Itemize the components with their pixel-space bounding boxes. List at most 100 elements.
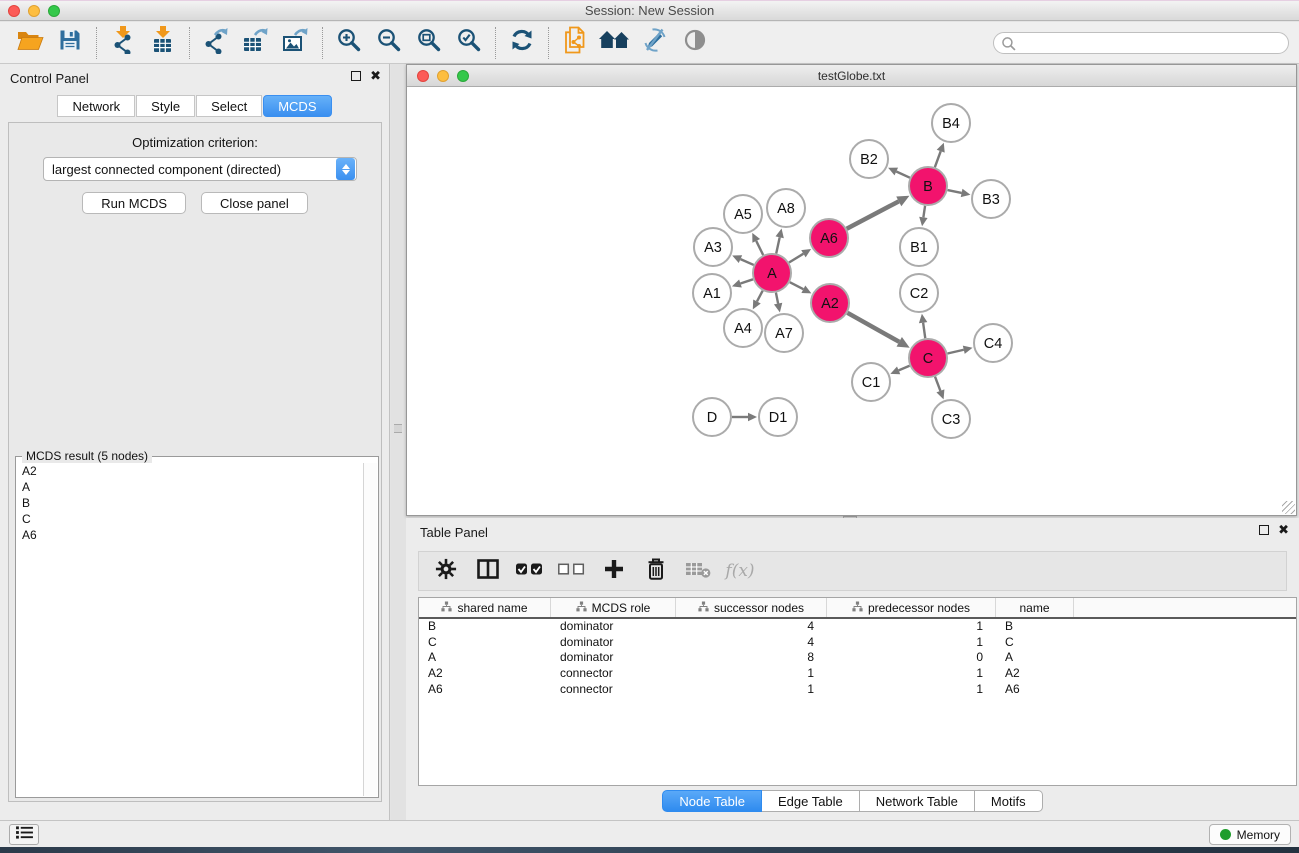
export-image-button[interactable] [276, 26, 316, 60]
add-entry-button[interactable] [595, 555, 633, 587]
table-settings-button[interactable] [427, 555, 465, 587]
table-row[interactable]: Bdominator41B [419, 619, 1296, 635]
import-network-button[interactable] [103, 26, 143, 60]
graph-edge-B-B1[interactable] [923, 206, 925, 218]
graph-edge-A-A6[interactable] [789, 254, 803, 263]
zoom-in-button[interactable] [329, 26, 369, 60]
graph-node-B4[interactable]: B4 [932, 104, 970, 142]
graph-edge-B-B4[interactable] [935, 151, 941, 167]
delete-entry-button[interactable] [637, 555, 675, 587]
close-panel-icon[interactable]: ✖ [370, 71, 381, 81]
graph-edge-C-C1[interactable] [899, 366, 910, 371]
graph-edge-A6-B[interactable] [847, 201, 899, 228]
graph-node-A3[interactable]: A3 [694, 228, 732, 266]
graph-edge-A2-C[interactable] [847, 313, 899, 342]
vertical-splitter-grip[interactable] [394, 424, 402, 433]
column-header-MCDS-role[interactable]: MCDS role [551, 598, 676, 617]
column-layout-button[interactable] [469, 555, 507, 587]
open-session-button[interactable] [10, 26, 50, 60]
graph-node-B3[interactable]: B3 [972, 180, 1010, 218]
graph-edge-A-A5[interactable] [756, 241, 763, 255]
deselect-all-rows-button[interactable] [553, 555, 591, 587]
graph-node-A6[interactable]: A6 [810, 219, 848, 257]
vertical-splitter[interactable] [391, 64, 406, 820]
graph-node-A5[interactable]: A5 [724, 195, 762, 233]
column-header-shared-name[interactable]: shared name [419, 598, 551, 617]
mcds-result-list[interactable]: A2ABCA6 [17, 463, 363, 796]
close-panel-button[interactable]: Close panel [201, 192, 308, 214]
graph-edge-C-C2[interactable] [923, 323, 925, 338]
mcds-result-item[interactable]: C [17, 511, 363, 527]
run-mcds-button[interactable]: Run MCDS [82, 192, 186, 214]
graph-edge-A-A1[interactable] [740, 279, 753, 283]
toggle-graphics-details-button[interactable] [675, 26, 715, 60]
tab-mcds[interactable]: MCDS [263, 95, 331, 117]
graph-edge-A-A4[interactable] [757, 291, 763, 302]
mcds-result-item[interactable]: B [17, 495, 363, 511]
tab-network[interactable]: Network [57, 95, 135, 117]
mcds-result-item[interactable]: A6 [17, 527, 363, 543]
export-network-button[interactable] [196, 26, 236, 60]
mcds-result-item[interactable]: A2 [17, 463, 363, 479]
graph-node-A7[interactable]: A7 [765, 314, 803, 352]
home-view-button[interactable] [595, 26, 635, 60]
graph-node-A8[interactable]: A8 [767, 189, 805, 227]
graph-node-C4[interactable]: C4 [974, 324, 1012, 362]
close-table-panel-icon[interactable]: ✖ [1278, 525, 1289, 535]
graph-node-D1[interactable]: D1 [759, 398, 797, 436]
graph-node-A2[interactable]: A2 [811, 284, 849, 322]
graph-node-C[interactable]: C [909, 339, 947, 377]
graph-edge-B-B2[interactable] [896, 171, 910, 177]
graph-node-B2[interactable]: B2 [850, 140, 888, 178]
graph-node-C2[interactable]: C2 [900, 274, 938, 312]
task-history-button[interactable] [9, 824, 39, 845]
table-row[interactable]: Cdominator41C [419, 635, 1296, 651]
float-table-panel-icon[interactable] [1259, 525, 1269, 535]
search-input[interactable] [993, 32, 1289, 54]
graph-node-C1[interactable]: C1 [852, 363, 890, 401]
column-header-name[interactable]: name [996, 598, 1074, 617]
table-row[interactable]: A6connector11A6 [419, 682, 1296, 698]
zoom-selected-button[interactable] [449, 26, 489, 60]
graph-node-C3[interactable]: C3 [932, 400, 970, 438]
clone-network-button[interactable] [555, 26, 595, 60]
table-row[interactable]: A2connector11A2 [419, 666, 1296, 682]
export-table-button[interactable] [236, 26, 276, 60]
tab-style[interactable]: Style [136, 95, 195, 117]
mcds-result-item[interactable]: A [17, 479, 363, 495]
zoom-out-button[interactable] [369, 26, 409, 60]
graph-edge-A-A7[interactable] [776, 293, 778, 304]
tab-edge-table[interactable]: Edge Table [762, 790, 860, 812]
graph-node-A4[interactable]: A4 [724, 309, 762, 347]
table-row[interactable]: Adominator80A [419, 650, 1296, 666]
tab-network-table[interactable]: Network Table [860, 790, 975, 812]
graph-edge-A-A2[interactable] [790, 282, 804, 289]
graph-edge-B-B3[interactable] [948, 190, 962, 193]
graph-node-A[interactable]: A [753, 254, 791, 292]
graph-node-D[interactable]: D [693, 398, 731, 436]
refresh-network-button[interactable] [502, 26, 542, 60]
column-header-successor-nodes[interactable]: successor nodes [676, 598, 827, 617]
zoom-fit-button[interactable] [409, 26, 449, 60]
column-header-predecessor-nodes[interactable]: predecessor nodes [827, 598, 996, 617]
graph-edge-C-C4[interactable] [947, 350, 963, 354]
save-session-button[interactable] [50, 26, 90, 60]
network-canvas[interactable]: B4 B2 B B3 A5A8A6 B1 A3 A C2 A1 A2 A4A7 C4 C C1 C3 D D1 [407, 87, 1296, 515]
hide-annotations-button[interactable] [635, 26, 675, 60]
import-table-button[interactable] [143, 26, 183, 60]
mcds-result-scrollbar[interactable] [363, 463, 377, 796]
window-resize-grip[interactable] [1282, 501, 1295, 514]
select-all-rows-button[interactable] [511, 555, 549, 587]
tab-select[interactable]: Select [196, 95, 262, 117]
graph-edge-C-C3[interactable] [935, 377, 940, 391]
graph-edge-A-A3[interactable] [740, 259, 753, 265]
graph-node-B1[interactable]: B1 [900, 228, 938, 266]
memory-button[interactable]: Memory [1209, 824, 1291, 845]
graph-node-B[interactable]: B [909, 167, 947, 205]
tab-motifs[interactable]: Motifs [975, 790, 1043, 812]
graph-node-A1[interactable]: A1 [693, 274, 731, 312]
tab-node-table[interactable]: Node Table [662, 790, 762, 812]
float-panel-icon[interactable] [351, 71, 361, 81]
graph-edge-A-A8[interactable] [776, 237, 779, 253]
criterion-select[interactable]: largest connected component (directed) [43, 157, 357, 181]
